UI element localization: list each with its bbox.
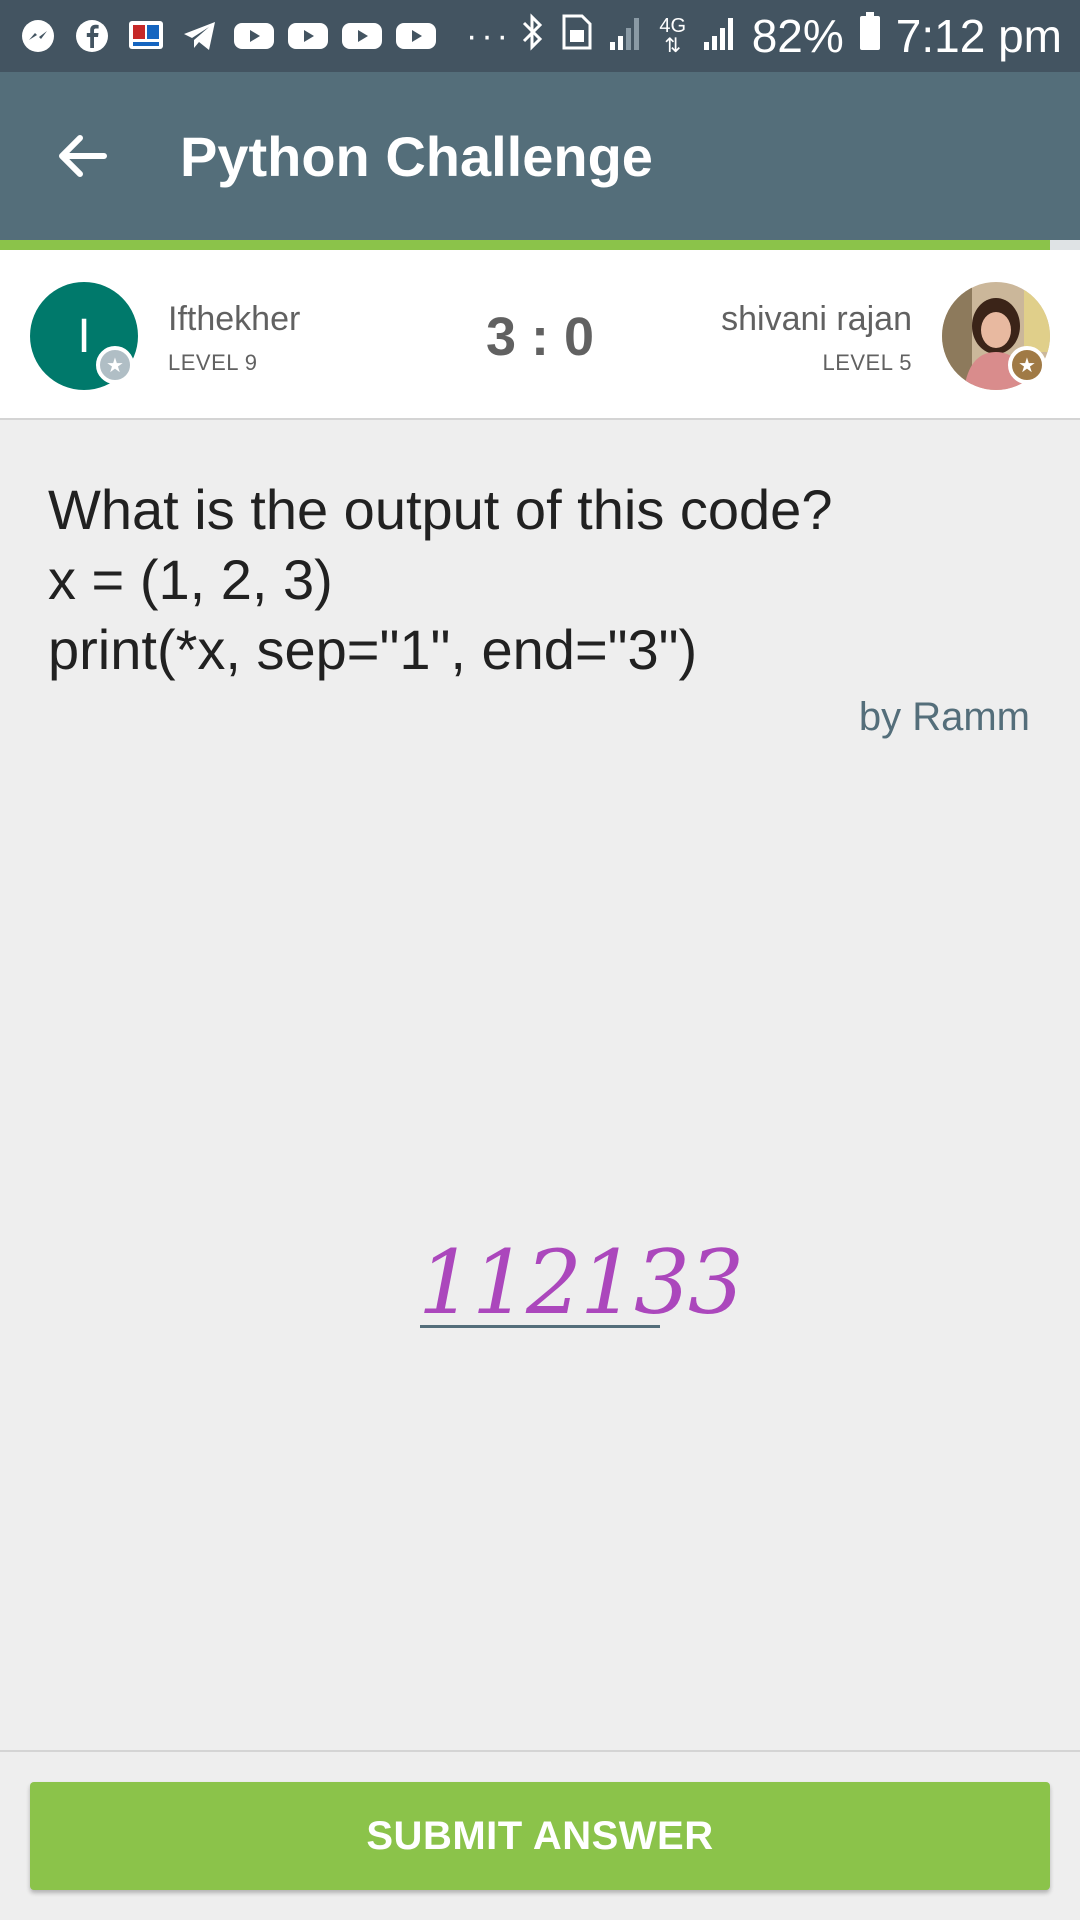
answer-underline (420, 1325, 660, 1328)
question-line: What is the output of this code? (48, 478, 833, 541)
network-type-label: 4G (659, 15, 687, 37)
page-title: Python Challenge (180, 124, 653, 188)
question-line: print(*x, sep="1", end="3") (48, 618, 698, 681)
youtube-icon (342, 16, 382, 56)
facebook-icon (72, 16, 112, 56)
screen: ··· 4G ⇅ 82% 7:12 pm Python Challenge I … (0, 0, 1080, 1920)
youtube-icon (234, 16, 274, 56)
player-right-name[interactable]: shivani rajan (721, 300, 912, 339)
player-right-level: LEVEL 5 (822, 350, 912, 375)
answer-input[interactable]: 112133 (418, 1238, 744, 1328)
battery-percent: 82% (751, 10, 844, 62)
answer-value: 112133 (418, 1231, 744, 1334)
question-text: What is the output of this code? x = (1,… (48, 475, 1038, 685)
clock: 7:12 pm (895, 10, 1062, 62)
submit-answer-button[interactable]: SUBMIT ANSWER (30, 1782, 1050, 1890)
battery-icon (858, 9, 882, 63)
player-right-badge-star-icon: ★ (1008, 346, 1046, 384)
arrow-back-icon (59, 135, 107, 177)
players-header: I ★ Ifthekher LEVEL 9 3 : 0 shivani raja… (0, 250, 1080, 420)
data-arrows-icon: ⇅ (664, 35, 682, 57)
bottom-divider (0, 1750, 1080, 1752)
question-author: by Ramm (858, 695, 1030, 739)
back-button[interactable] (22, 96, 142, 216)
player-left-initial: I (77, 309, 91, 363)
signal-weak-icon (608, 9, 644, 63)
system-status: 4G ⇅ 82% 7:12 pm (520, 9, 1062, 63)
telegram-icon (180, 16, 220, 56)
messenger-icon (18, 16, 58, 56)
notification-icons: ··· (18, 16, 512, 56)
network-type: 4G ⇅ (658, 16, 688, 56)
status-bar: ··· 4G ⇅ 82% 7:12 pm (0, 0, 1080, 72)
timer-progress-bar (0, 240, 1050, 250)
player-left-level: LEVEL 9 (168, 350, 258, 375)
player-left-badge-star-icon: ★ (96, 346, 134, 384)
player-left-name[interactable]: Ifthekher (168, 300, 300, 339)
app-bar: Python Challenge (0, 72, 1080, 240)
sim-icon (560, 9, 594, 63)
score: 3 : 0 (485, 307, 595, 367)
youtube-icon (396, 16, 436, 56)
bluetooth-icon (520, 9, 546, 63)
youtube-icon (288, 16, 328, 56)
question-line: x = (1, 2, 3) (48, 548, 333, 611)
timer-progress-track (1050, 240, 1080, 250)
app-icon (126, 16, 166, 56)
signal-icon (702, 9, 738, 63)
more-notifications: ··· (466, 16, 512, 55)
